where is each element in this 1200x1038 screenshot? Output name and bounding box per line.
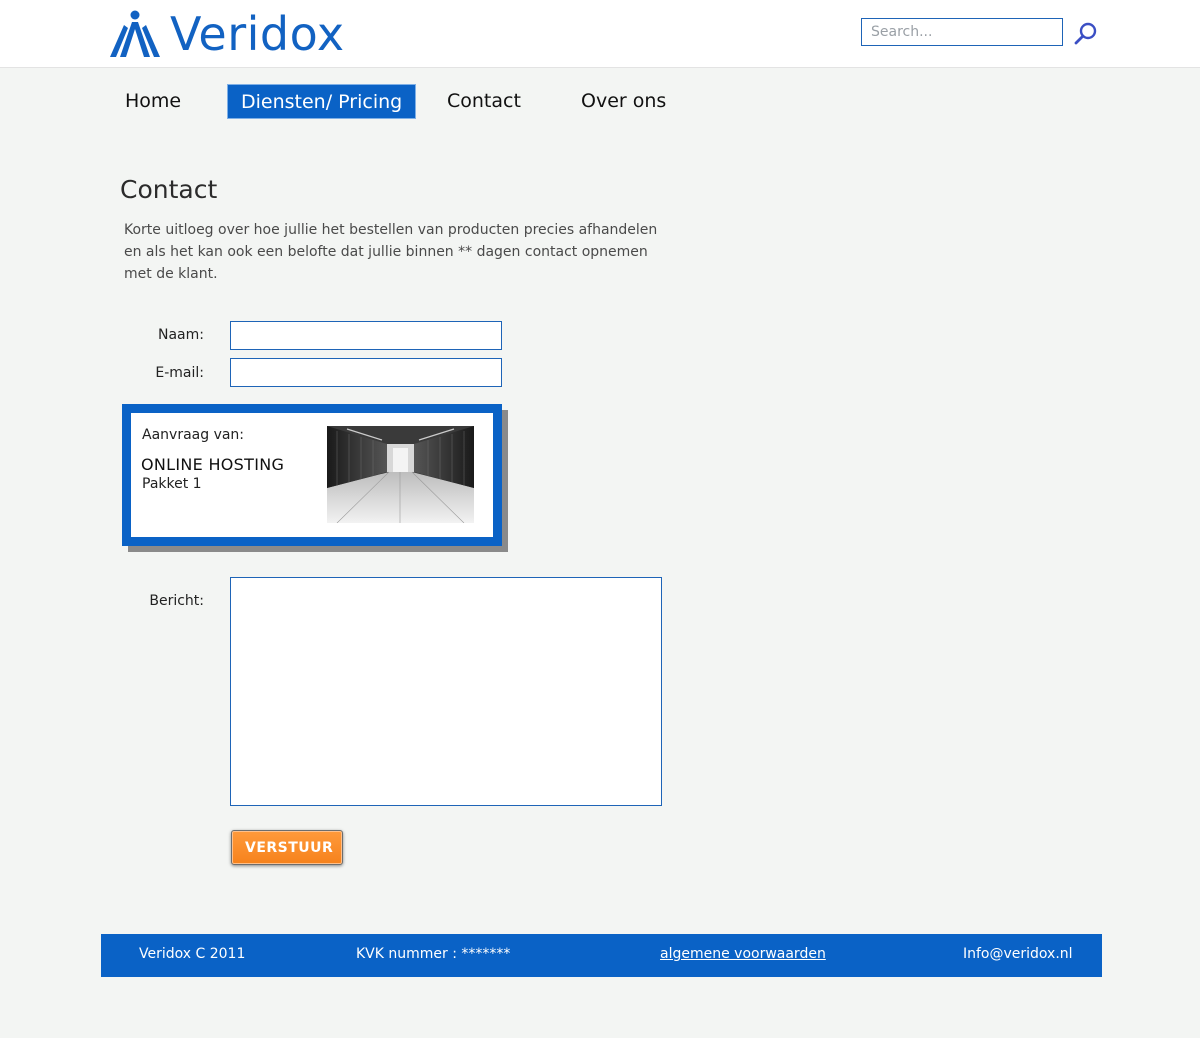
nav-item-diensten-pricing[interactable]: Diensten/ Pricing [227, 84, 417, 119]
footer-email[interactable]: Info@veridox.nl [963, 946, 1073, 962]
site-logo[interactable]: Veridox [106, 8, 345, 60]
footer-kvk: KVK nummer : ******* [356, 946, 511, 962]
nav-item-home[interactable]: Home [112, 84, 194, 119]
page-title: Contact [120, 175, 218, 204]
magnifier-icon [1074, 22, 1097, 45]
nav-item-contact[interactable]: Contact [434, 84, 534, 119]
terms-link[interactable]: algemene voorwaarden [660, 946, 826, 962]
search-button[interactable] [1072, 20, 1100, 48]
request-product: ONLINE HOSTING [141, 455, 285, 474]
email-label: E-mail: [155, 365, 204, 381]
site-footer: Veridox C 2011 KVK nummer : ******* alge… [101, 934, 1102, 977]
nav-item-over-ons[interactable]: Over ons [568, 84, 679, 119]
name-field[interactable] [230, 321, 502, 350]
request-label: Aanvraag van: [142, 427, 245, 443]
site-header: Veridox [0, 0, 1200, 68]
server-room-image [327, 426, 474, 523]
email-field[interactable] [230, 358, 502, 387]
request-box: Aanvraag van: ONLINE HOSTING Pakket 1 [122, 404, 502, 546]
veridox-logo-icon [110, 10, 160, 57]
search-input[interactable] [861, 18, 1063, 46]
message-label: Bericht: [149, 593, 204, 609]
intro-text: Korte uitloeg over hoe jullie het bestel… [124, 222, 658, 282]
message-field[interactable] [230, 577, 662, 806]
request-package: Pakket 1 [142, 476, 202, 492]
submit-button[interactable]: VERSTUUR [231, 830, 343, 865]
name-label: Naam: [158, 327, 204, 343]
logo-text: Veridox [170, 7, 345, 61]
request-box-inner: Aanvraag van: ONLINE HOSTING Pakket 1 [131, 413, 493, 537]
footer-copyright: Veridox C 2011 [139, 946, 246, 962]
